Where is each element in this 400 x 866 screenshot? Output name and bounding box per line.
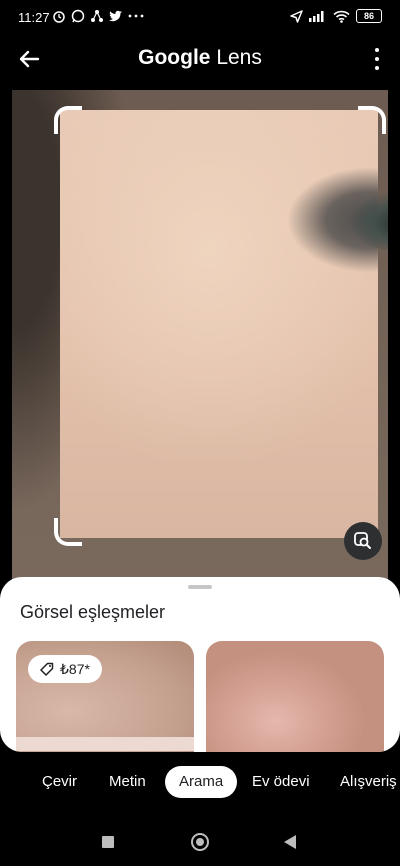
- price-value: ₺87*: [60, 660, 90, 677]
- signal-icon: [309, 11, 324, 22]
- network-icon: [91, 10, 103, 22]
- more-options-icon[interactable]: [372, 46, 382, 72]
- crop-handle-top-right[interactable]: [358, 106, 386, 134]
- alarm-icon: [53, 11, 65, 23]
- notification-icons: [52, 9, 144, 23]
- tab-shopping[interactable]: Alışveriş: [340, 766, 397, 798]
- image-eye-region: [350, 190, 388, 250]
- whatsapp-icon: [71, 9, 85, 23]
- crop-selection-area[interactable]: [60, 110, 388, 538]
- system-nav-bar: [0, 822, 400, 862]
- sheet-drag-handle[interactable]: [188, 585, 212, 589]
- tab-text[interactable]: Metin: [109, 766, 146, 798]
- image-search-icon: [354, 532, 371, 549]
- system-back-button[interactable]: [284, 835, 296, 849]
- price-badge: ₺87*: [28, 655, 102, 683]
- app-title: Google Lens: [0, 46, 400, 70]
- result-card[interactable]: ₺87*: [16, 641, 194, 752]
- results-sheet[interactable]: Görsel eşleşmeler ₺87*: [0, 577, 400, 752]
- result-card[interactable]: [206, 641, 384, 752]
- wifi-icon: [333, 10, 350, 23]
- home-button[interactable]: [191, 833, 209, 851]
- system-icons: 86: [290, 9, 382, 23]
- more-dots-icon: [128, 14, 144, 18]
- location-arrow-icon: [290, 9, 303, 23]
- crop-handle-top-left[interactable]: [54, 106, 82, 134]
- mode-tabs: Çevir Metin Arama Ev ödevi Alışveriş: [0, 764, 400, 800]
- app-bar: Google Lens: [0, 36, 400, 82]
- price-tag-icon: [40, 662, 54, 676]
- card-image-strip: [16, 737, 194, 751]
- battery-level: 86: [356, 9, 382, 23]
- lens-search-button[interactable]: [344, 522, 382, 560]
- status-bar: 11:27 86: [0, 0, 400, 36]
- twitter-icon: [109, 10, 122, 21]
- crop-handle-bottom-left[interactable]: [54, 518, 82, 546]
- title-product: Lens: [216, 46, 262, 69]
- status-time: 11:27: [18, 10, 50, 25]
- tab-search[interactable]: Arama: [165, 766, 238, 798]
- title-brand: Google: [138, 46, 211, 69]
- tab-translate[interactable]: Çevir: [42, 766, 77, 798]
- tab-homework[interactable]: Ev ödevi: [252, 766, 310, 798]
- captured-image[interactable]: [12, 90, 388, 590]
- recents-button[interactable]: [102, 836, 114, 848]
- results-section-title: Görsel eşleşmeler: [20, 602, 166, 622]
